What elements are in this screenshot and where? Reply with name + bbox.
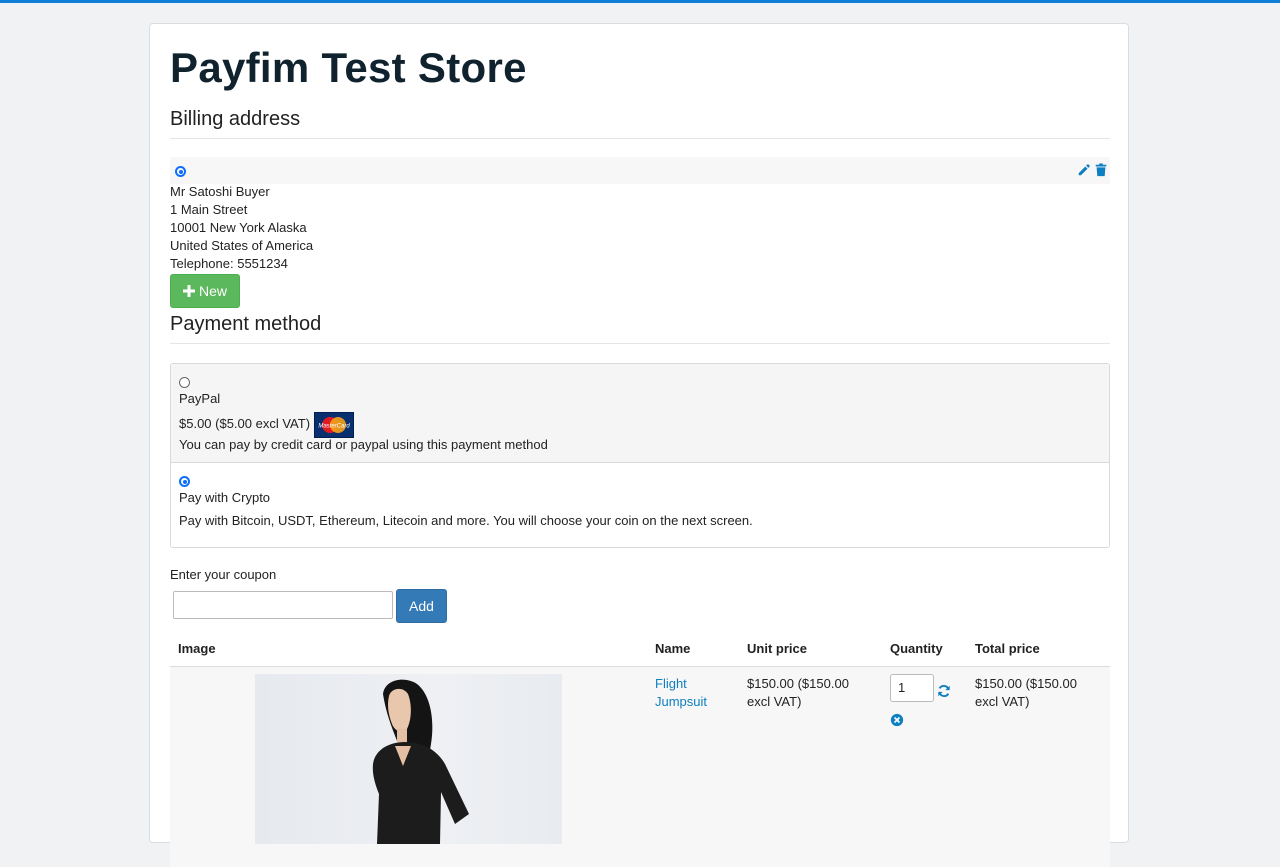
checkout-card: Payfim Test Store Billing address Mr Sat… <box>149 23 1129 867</box>
address-select-bar <box>170 157 1110 184</box>
column-header-image: Image <box>178 641 216 656</box>
address-street: 1 Main Street <box>170 202 248 217</box>
plus-icon <box>182 285 195 297</box>
unit-price-cell: $150.00 ($150.00 excl VAT) <box>747 675 849 711</box>
trash-icon[interactable] <box>1094 163 1108 177</box>
coupon-label: Enter your coupon <box>170 567 277 582</box>
total-price-line-2: excl VAT) <box>975 694 1030 709</box>
address-name: Mr Satoshi Buyer <box>170 184 270 199</box>
column-header-unit-price: Unit price <box>747 641 807 656</box>
column-header-name: Name <box>655 641 691 656</box>
address-city: 10001 New York Alaska <box>170 220 307 235</box>
crypto-radio[interactable] <box>179 476 190 487</box>
coupon-input[interactable] <box>173 591 393 619</box>
address-country: United States of America <box>170 238 314 253</box>
address-telephone: Telephone: 5551234 <box>170 256 288 271</box>
address-radio[interactable] <box>175 166 186 177</box>
product-image <box>255 674 562 844</box>
product-name-link[interactable]: Flight Jumpsuit <box>655 675 707 711</box>
svg-text:MasterCard: MasterCard <box>318 424 350 430</box>
column-header-total-price: Total price <box>975 641 1040 656</box>
new-address-button[interactable]: New <box>170 274 240 308</box>
new-button-label: New <box>198 283 227 299</box>
unit-price-line-1: $150.00 ($150.00 <box>747 676 849 691</box>
quantity-input[interactable]: 1 <box>890 674 934 702</box>
product-name-line-2: Jumpsuit <box>655 694 708 709</box>
paypal-price: $5.00 ($5.00 excl VAT) <box>179 416 311 431</box>
add-coupon-button[interactable]: Add <box>396 589 447 623</box>
paypal-description: You can pay by credit card or paypal usi… <box>179 437 548 452</box>
payment-divider <box>170 343 1110 344</box>
unit-price-line-2: excl VAT) <box>747 694 802 709</box>
mastercard-logo: MasterCard <box>314 412 354 438</box>
payment-option-paypal[interactable]: PayPal $5.00 ($5.00 excl VAT) MasterCard… <box>171 364 1109 463</box>
total-price-line-1: $150.00 ($150.00 <box>975 676 1077 691</box>
store-title: Payfim Test Store <box>170 44 527 91</box>
crypto-description: Pay with Bitcoin, USDT, Ethereum, Liteco… <box>179 513 753 528</box>
billing-heading: Billing address <box>170 108 301 130</box>
pencil-icon[interactable] <box>1077 163 1091 177</box>
payment-options: PayPal $5.00 ($5.00 excl VAT) MasterCard… <box>170 363 1110 548</box>
payment-option-crypto[interactable]: Pay with Crypto Pay with Bitcoin, USDT, … <box>171 463 1109 547</box>
top-accent-bar <box>0 0 1280 3</box>
product-name-line-1: Flight <box>655 676 687 691</box>
refresh-icon[interactable] <box>937 684 951 698</box>
column-header-quantity: Quantity <box>890 641 943 656</box>
total-price-cell: $150.00 ($150.00 excl VAT) <box>975 675 1077 711</box>
remove-icon[interactable] <box>890 713 904 727</box>
crypto-name: Pay with Crypto <box>179 490 271 505</box>
payment-heading: Payment method <box>170 313 322 335</box>
paypal-radio[interactable] <box>179 377 190 388</box>
billing-divider <box>170 138 1110 139</box>
paypal-name: PayPal <box>179 391 221 406</box>
